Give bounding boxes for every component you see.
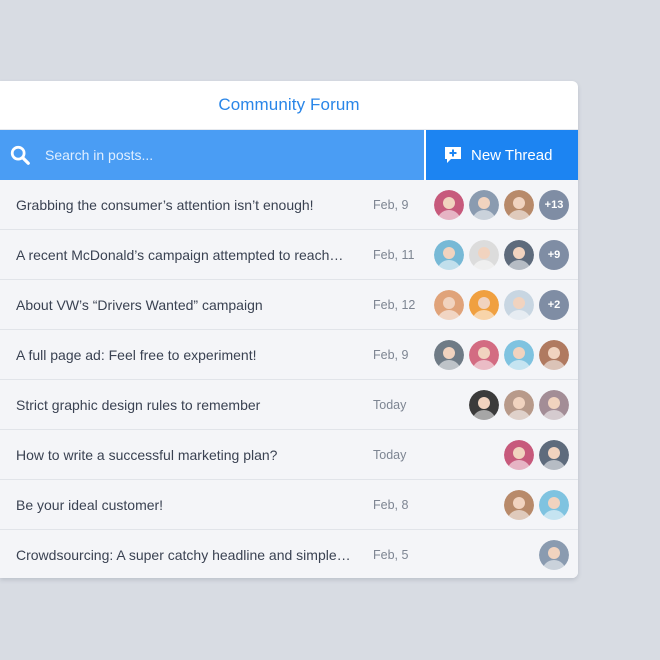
thread-date: Feb, 5	[373, 548, 409, 562]
thread-date: Feb, 11	[373, 247, 415, 262]
participant-avatars	[504, 439, 569, 470]
avatar[interactable]	[504, 189, 534, 220]
avatar[interactable]	[539, 540, 569, 570]
thread-title[interactable]: How to write a successful marketing plan…	[16, 447, 356, 463]
avatar[interactable]	[434, 189, 464, 220]
new-thread-button[interactable]: New Thread	[426, 130, 578, 180]
avatar[interactable]	[504, 389, 534, 420]
thread-date: Feb, 9	[373, 347, 409, 362]
thread-row[interactable]: Grabbing the consumer’s attention isn’t …	[0, 180, 578, 230]
search-bar[interactable]	[0, 130, 426, 180]
avatar[interactable]	[469, 239, 499, 270]
thread-title[interactable]: A recent McDonald’s campaign attempted t…	[16, 247, 356, 263]
search-icon	[10, 145, 30, 165]
avatar[interactable]	[504, 439, 534, 470]
avatar[interactable]	[539, 439, 569, 470]
thread-date: Feb, 8	[373, 497, 409, 512]
participant-avatars: +9	[434, 239, 569, 270]
search-input[interactable]	[43, 146, 387, 164]
avatar[interactable]	[434, 239, 464, 270]
thread-row[interactable]: A recent McDonald’s campaign attempted t…	[0, 230, 578, 280]
participant-avatars	[469, 389, 569, 420]
avatar[interactable]	[504, 289, 534, 320]
thread-row[interactable]: Be your ideal customer! Feb, 8	[0, 480, 578, 530]
participant-avatars: +13	[434, 189, 569, 220]
thread-title[interactable]: Strict graphic design rules to remember	[16, 397, 356, 413]
participant-avatars	[539, 540, 569, 570]
thread-date: Feb, 12	[373, 297, 416, 312]
more-participants-badge[interactable]: +2	[539, 289, 569, 320]
forum-header: Community Forum	[0, 81, 578, 130]
avatar[interactable]	[504, 239, 534, 270]
participant-avatars	[434, 339, 569, 370]
page-title: Community Forum	[218, 95, 360, 114]
more-participants-badge[interactable]: +9	[539, 239, 569, 270]
thread-date: Feb, 9	[373, 197, 409, 212]
toolbar: New Thread	[0, 130, 578, 180]
thread-date: Today	[373, 447, 407, 462]
avatar[interactable]	[469, 189, 499, 220]
thread-date: Today	[373, 397, 407, 412]
new-thread-label: New Thread	[471, 146, 553, 164]
add-comment-icon	[445, 147, 461, 163]
avatar[interactable]	[539, 389, 569, 420]
thread-title[interactable]: A full page ad: Feel free to experiment!	[16, 347, 356, 363]
thread-title[interactable]: Grabbing the consumer’s attention isn’t …	[16, 197, 356, 213]
avatar[interactable]	[504, 489, 534, 520]
thread-row[interactable]: Crowdsourcing: A super catchy headline a…	[0, 530, 578, 578]
thread-list: Grabbing the consumer’s attention isn’t …	[0, 180, 578, 578]
avatar[interactable]	[539, 339, 569, 370]
thread-title[interactable]: Crowdsourcing: A super catchy headline a…	[16, 547, 356, 563]
avatar[interactable]	[469, 339, 499, 370]
forum-card: Community Forum New Thread Grabbing the …	[0, 81, 578, 578]
more-participants-badge[interactable]: +13	[539, 189, 569, 220]
avatar[interactable]	[469, 289, 499, 320]
avatar[interactable]	[434, 339, 464, 370]
thread-row[interactable]: How to write a successful marketing plan…	[0, 430, 578, 480]
avatar[interactable]	[434, 289, 464, 320]
avatar[interactable]	[504, 339, 534, 370]
participant-avatars: +2	[434, 289, 569, 320]
thread-title[interactable]: Be your ideal customer!	[16, 497, 356, 513]
thread-row[interactable]: Strict graphic design rules to remember T…	[0, 380, 578, 430]
thread-row[interactable]: About VW’s “Drivers Wanted” campaign Feb,…	[0, 280, 578, 330]
participant-avatars	[504, 489, 569, 520]
avatar[interactable]	[469, 389, 499, 420]
avatar[interactable]	[539, 489, 569, 520]
thread-title[interactable]: About VW’s “Drivers Wanted” campaign	[16, 297, 356, 313]
thread-row[interactable]: A full page ad: Feel free to experiment!…	[0, 330, 578, 380]
